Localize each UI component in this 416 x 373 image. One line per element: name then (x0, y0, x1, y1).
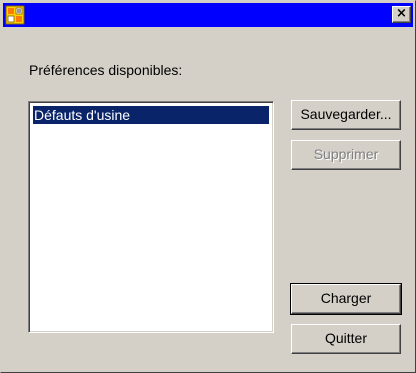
title-bar[interactable]: × (3, 3, 413, 27)
preferences-dialog: × Préférences disponibles: Défauts d'usi… (0, 0, 416, 373)
quit-button[interactable]: Quitter (291, 324, 401, 354)
close-icon: × (396, 6, 407, 21)
load-button[interactable]: Charger (290, 283, 402, 315)
preferences-listbox[interactable]: Défauts d'usine (28, 101, 274, 333)
available-preferences-label: Préférences disponibles: (29, 62, 183, 78)
list-item[interactable]: Défauts d'usine (33, 106, 269, 124)
delete-button[interactable]: Supprimer (291, 140, 401, 170)
app-icon (5, 5, 25, 25)
save-button[interactable]: Sauvegarder... (291, 100, 401, 130)
close-button[interactable]: × (392, 6, 411, 23)
